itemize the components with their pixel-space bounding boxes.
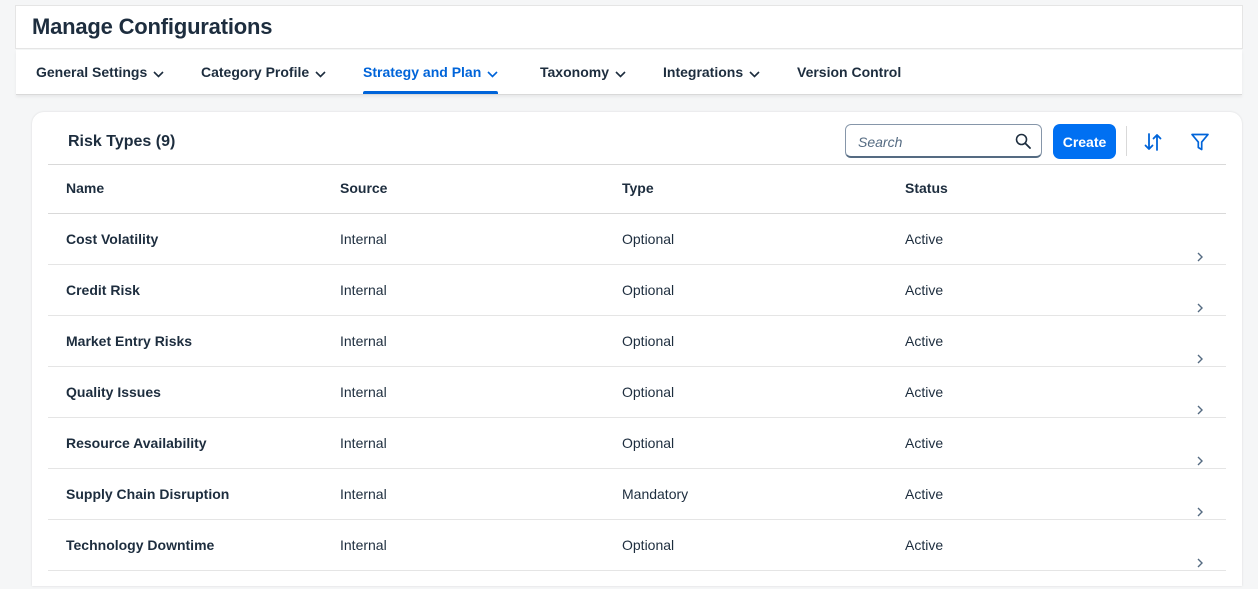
create-button[interactable]: Create [1053, 124, 1116, 159]
column-header-source: Source [340, 180, 388, 196]
chevron-down-icon [487, 51, 498, 95]
table-row[interactable]: Cost Volatility Internal Optional Active [48, 214, 1226, 265]
row-source: Internal [340, 231, 387, 247]
search-input[interactable] [856, 131, 1010, 153]
tab-taxonomy[interactable]: Taxonomy [540, 50, 626, 94]
filter-icon[interactable] [1189, 131, 1211, 153]
tab-strategy-and-plan[interactable]: Strategy and Plan [363, 50, 499, 95]
row-status: Active [905, 333, 944, 349]
toolbar-separator [1126, 126, 1127, 156]
row-status: Active [905, 537, 944, 553]
page-header: Manage Configurations [16, 6, 1242, 48]
tab-label: Taxonomy [540, 64, 609, 80]
table-row[interactable]: Quality Issues Internal Optional Active [48, 367, 1226, 418]
row-status: Active [905, 231, 944, 247]
table-row[interactable]: Technology Downtime Internal Optional Ac… [48, 520, 1226, 571]
tab-label: Strategy and Plan [363, 64, 482, 80]
table-row[interactable]: Resource Availability Internal Optional … [48, 418, 1226, 469]
row-source: Internal [340, 537, 387, 553]
row-status: Active [905, 384, 944, 400]
tab-label: Integrations [663, 64, 744, 80]
row-source: Internal [340, 333, 387, 349]
tab-bar: General Settings Category Profile Strate… [16, 50, 1242, 95]
row-name: Technology Downtime [66, 537, 215, 553]
card-title: Risk Types (9) [68, 133, 176, 150]
row-type: Optional [622, 231, 675, 247]
row-type: Optional [622, 333, 675, 349]
table-row[interactable]: Credit Risk Internal Optional Active [48, 265, 1226, 316]
row-type: Optional [622, 384, 675, 400]
row-type: Optional [622, 282, 675, 298]
row-status: Active [905, 282, 944, 298]
chevron-right-icon[interactable] [1196, 539, 1204, 589]
row-type: Mandatory [622, 486, 689, 502]
row-name: Supply Chain Disruption [66, 486, 230, 502]
column-header-type: Type [622, 180, 654, 196]
active-tab-indicator [363, 91, 499, 94]
risk-types-table: Name Source Type Status Cost Volatility … [48, 164, 1226, 571]
table-row[interactable]: Market Entry Risks Internal Optional Act… [48, 316, 1226, 367]
row-source: Internal [340, 384, 387, 400]
risk-types-card: Risk Types (9) Create Name Source Type S… [32, 112, 1242, 586]
tab-category-profile[interactable]: Category Profile [201, 50, 326, 94]
row-type: Optional [622, 537, 675, 553]
tab-general-settings[interactable]: General Settings [36, 50, 164, 94]
sort-icon[interactable] [1142, 131, 1164, 153]
chevron-down-icon [749, 51, 760, 95]
tab-integrations[interactable]: Integrations [663, 50, 760, 94]
row-name: Market Entry Risks [66, 333, 193, 349]
page-title: Manage Configurations [32, 14, 273, 39]
tab-label: General Settings [36, 64, 148, 80]
row-name: Credit Risk [66, 282, 140, 298]
row-source: Internal [340, 435, 387, 451]
tab-label: Version Control [797, 64, 902, 80]
table-row[interactable]: Supply Chain Disruption Internal Mandato… [48, 469, 1226, 520]
search-field[interactable] [845, 124, 1042, 158]
table-header-row: Name Source Type Status [48, 165, 1226, 214]
column-header-name: Name [66, 180, 105, 196]
chevron-down-icon [315, 51, 326, 95]
row-status: Active [905, 486, 944, 502]
search-icon[interactable] [1015, 133, 1031, 154]
row-name: Resource Availability [66, 435, 207, 451]
row-name: Cost Volatility [66, 231, 159, 247]
row-source: Internal [340, 486, 387, 502]
tab-version-control[interactable]: Version Control [797, 50, 901, 94]
row-status: Active [905, 435, 944, 451]
tab-label: Category Profile [201, 64, 310, 80]
row-source: Internal [340, 282, 387, 298]
row-name: Quality Issues [66, 384, 161, 400]
chevron-down-icon [153, 51, 164, 95]
column-header-status: Status [905, 180, 948, 196]
row-type: Optional [622, 435, 675, 451]
chevron-down-icon [615, 51, 626, 95]
